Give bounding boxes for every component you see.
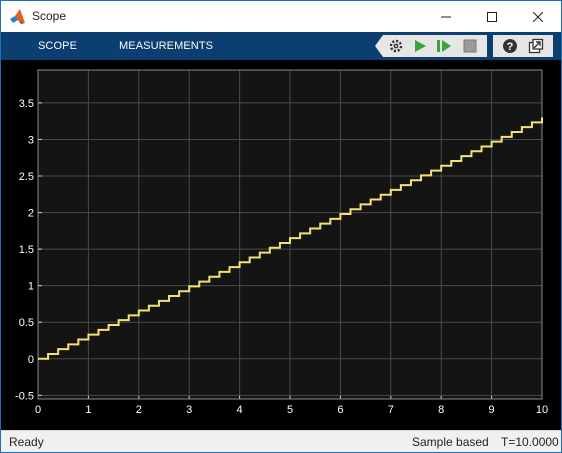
stop-button[interactable]: [459, 35, 481, 57]
run-button[interactable]: [409, 35, 431, 57]
scope-window: Scope SCOPE MEASUREMENTS ? 0 1 2 3 4 5 6…: [0, 0, 562, 453]
y-tick-label: 2.5: [19, 171, 34, 183]
x-tick-label: 5: [287, 404, 293, 416]
close-icon: [533, 11, 543, 22]
run-icon: [415, 40, 426, 52]
scope-plot-panel[interactable]: 0 1 2 3 4 5 6 7 8 9 10 -0.5 0 0.5 1 1.5 2 2.5 3 3.5: [1, 60, 561, 430]
tab-scope[interactable]: SCOPE: [38, 40, 77, 52]
tab-measurements[interactable]: MEASUREMENTS: [119, 40, 213, 52]
scope-plot: 0 1 2 3 4 5 6 7 8 9 10-0.500.511.522.533.5: [15, 69, 548, 416]
x-tick-label: 2: [136, 404, 142, 416]
status-mode: Sample based: [412, 435, 489, 449]
x-tick-label: 9: [489, 404, 495, 416]
minimize-icon: [441, 16, 451, 17]
maximize-icon: [487, 11, 497, 22]
x-tick-label: 0: [35, 404, 41, 416]
help-toolbar: ?: [493, 35, 553, 57]
window-title: Scope: [32, 9, 67, 23]
y-tick-label: 3.5: [19, 98, 34, 110]
x-tick-label: 1: [85, 404, 91, 416]
x-tick-label: 4: [237, 404, 243, 416]
stop-icon: [463, 39, 477, 53]
simulation-toolbar: [375, 35, 487, 57]
svg-text:?: ?: [507, 41, 514, 53]
x-tick-label: 10: [536, 404, 548, 416]
help-icon: ?: [503, 39, 517, 53]
y-tick-label: 2: [28, 208, 34, 220]
help-button[interactable]: ?: [499, 35, 521, 57]
step-forward-icon: [437, 40, 451, 52]
y-tick-label: 3: [28, 134, 34, 146]
minimize-button[interactable]: [423, 1, 469, 32]
y-tick-label: 1.5: [19, 244, 34, 256]
undock-button[interactable]: [525, 35, 547, 57]
x-tick-label: 7: [388, 404, 394, 416]
y-tick-label: 0.5: [19, 317, 34, 329]
toolstrip: SCOPE MEASUREMENTS ?: [1, 32, 561, 60]
y-tick-label: 1: [28, 281, 34, 293]
title-bar: Scope: [1, 1, 561, 32]
step-forward-button[interactable]: [433, 35, 455, 57]
settings-gear-icon: [389, 39, 403, 53]
x-tick-label: 3: [186, 404, 192, 416]
close-button[interactable]: [515, 1, 561, 32]
matlab-logo-icon: [10, 9, 25, 24]
x-tick-label: 6: [337, 404, 343, 416]
settings-gear-button[interactable]: [385, 35, 407, 57]
undock-icon: [528, 38, 544, 54]
status-state: Ready: [9, 435, 44, 449]
status-time: T=10.0000: [501, 435, 559, 449]
maximize-button[interactable]: [469, 1, 515, 32]
y-tick-label: -0.5: [15, 390, 34, 402]
y-tick-label: 0: [28, 354, 34, 366]
status-bar: Ready Sample based T=10.0000: [1, 430, 561, 452]
x-tick-label: 8: [438, 404, 444, 416]
